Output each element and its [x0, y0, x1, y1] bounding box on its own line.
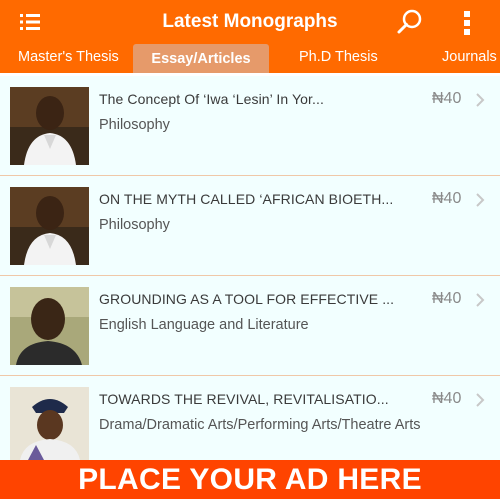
- item-title: ON THE MYTH CALLED ‘AFRICAN BIOETH...: [99, 191, 394, 207]
- tab-phd-thesis[interactable]: Ph.D Thesis: [299, 44, 378, 73]
- item-category: Philosophy: [99, 117, 170, 133]
- list-item[interactable]: TOWARDS THE REVIVAL, REVITALISATIO... Dr…: [0, 376, 500, 461]
- tab-masters-thesis[interactable]: Master's Thesis: [18, 44, 119, 73]
- item-price: ₦40: [432, 290, 462, 307]
- category-tabs: Master's Thesis Essay/Articles Ph.D Thes…: [0, 44, 500, 76]
- item-category: Drama/Dramatic Arts/Performing Arts/Thea…: [99, 417, 421, 433]
- list-item[interactable]: ON THE MYTH CALLED ‘AFRICAN BIOETH... Ph…: [0, 176, 500, 276]
- tab-journals[interactable]: Journals: [442, 44, 497, 73]
- item-price: ₦40: [432, 390, 462, 407]
- author-portrait: [10, 87, 89, 165]
- more-vertical-icon[interactable]: [462, 10, 472, 36]
- chevron-right-icon: [476, 293, 485, 307]
- item-category: English Language and Literature: [99, 317, 309, 333]
- item-title: GROUNDING AS A TOOL FOR EFFECTIVE ...: [99, 291, 395, 307]
- author-portrait: [10, 187, 89, 265]
- item-title: TOWARDS THE REVIVAL, REVITALISATIO...: [99, 391, 389, 407]
- author-portrait: [10, 287, 89, 365]
- tab-essay-articles[interactable]: Essay/Articles: [133, 44, 269, 73]
- chevron-right-icon: [476, 93, 485, 107]
- author-portrait: [10, 387, 89, 460]
- list-item[interactable]: The Concept Of ‘Iwa ‘Lesin’ In Yor... Ph…: [0, 76, 500, 176]
- item-price: ₦40: [432, 190, 462, 207]
- chevron-right-icon: [476, 393, 485, 407]
- chevron-right-icon: [476, 193, 485, 207]
- item-category: Philosophy: [99, 217, 170, 233]
- search-icon[interactable]: [396, 8, 424, 36]
- top-app-bar: Latest Monographs: [0, 0, 500, 44]
- item-title: The Concept Of ‘Iwa ‘Lesin’ In Yor...: [99, 91, 324, 107]
- list-item[interactable]: GROUNDING AS A TOOL FOR EFFECTIVE ... En…: [0, 276, 500, 376]
- page-title: Latest Monographs: [162, 11, 338, 32]
- ad-banner[interactable]: PLACE YOUR AD HERE: [0, 460, 500, 499]
- item-price: ₦40: [432, 90, 462, 107]
